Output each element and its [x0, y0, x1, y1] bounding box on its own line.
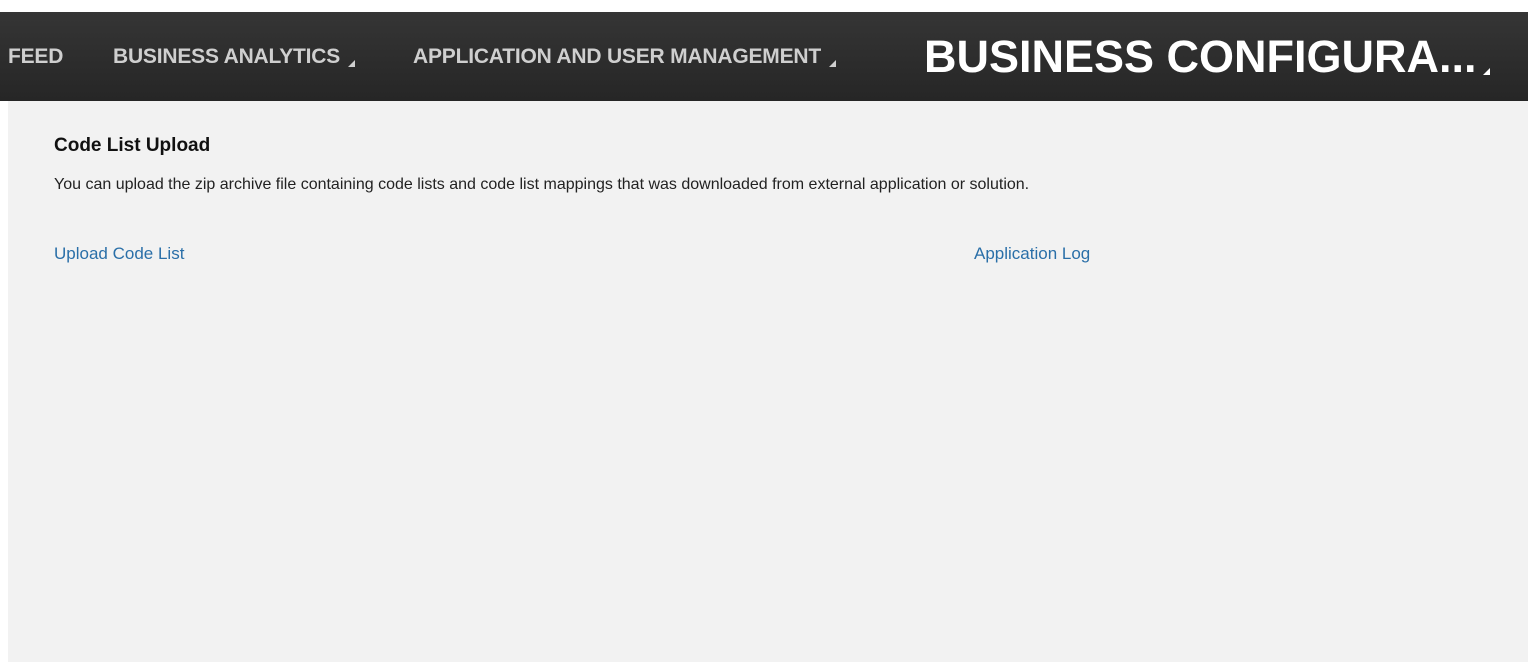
nav-item-label: BUSINESS ANALYTICS	[113, 44, 341, 68]
dropdown-corner-icon	[348, 60, 356, 67]
nav-item-label: FEED	[8, 44, 64, 68]
app-frame: FEED BUSINESS ANALYTICS APPLICATION AND …	[0, 0, 1528, 662]
top-navigation-bar: FEED BUSINESS ANALYTICS APPLICATION AND …	[0, 12, 1528, 101]
nav-item-label: APPLICATION AND USER MANAGEMENT	[413, 44, 821, 68]
nav-item-feed[interactable]: FEED	[8, 12, 63, 101]
application-log-link[interactable]: Application Log	[974, 244, 1090, 264]
nav-item-label: BUSINESS CONFIGURA...	[924, 30, 1477, 82]
nav-item-application-and-user-management[interactable]: APPLICATION AND USER MANAGEMENT	[413, 12, 836, 101]
page-description: You can upload the zip archive file cont…	[54, 176, 1030, 193]
nav-item-business-configuration[interactable]: BUSINESS CONFIGURA...	[924, 12, 1490, 101]
dropdown-corner-icon	[1482, 68, 1490, 75]
nav-item-business-analytics[interactable]: BUSINESS ANALYTICS	[113, 12, 356, 101]
dropdown-corner-icon	[828, 60, 836, 67]
main-content: Code List Upload You can upload the zip …	[8, 101, 1528, 662]
upload-code-list-link[interactable]: Upload Code List	[54, 244, 184, 264]
page-title: Code List Upload	[54, 135, 211, 156]
